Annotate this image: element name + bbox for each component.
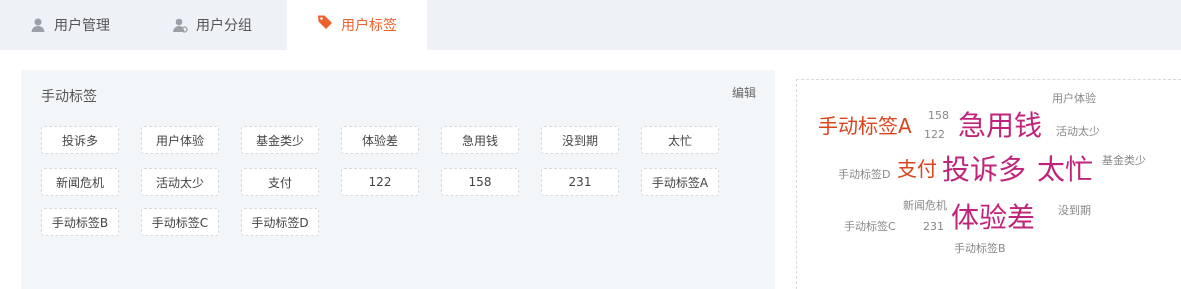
tag-chip[interactable]: 手动标签C — [141, 208, 219, 236]
manual-tags-panel: 手动标签 编辑 投诉多 用户体验 基金类少 体验差 急用钱 没到期 太忙 新闻危… — [21, 70, 775, 289]
tab-user-tags[interactable]: 用户标签 — [287, 0, 427, 50]
tag-chip[interactable]: 体验差 — [341, 126, 419, 154]
cloud-word[interactable]: 231 — [923, 221, 944, 232]
cloud-word[interactable]: 没到期 — [1058, 205, 1091, 216]
tag-word-cloud: 用户体验 158 手动标签A 急用钱 122 活动太少 手动标签D 支付 投诉多… — [796, 79, 1181, 289]
tab-label: 用户管理 — [54, 18, 110, 34]
tag-chip[interactable]: 158 — [441, 168, 519, 196]
tag-chip[interactable]: 新闻危机 — [41, 168, 119, 196]
cloud-word[interactable]: 新闻危机 — [903, 200, 947, 211]
tab-label: 用户标签 — [341, 18, 397, 34]
edit-link[interactable]: 编辑 — [732, 84, 756, 101]
tab-bar: 用户管理 用户分组 用户标签 — [0, 0, 1181, 50]
tag-chip[interactable]: 122 — [341, 168, 419, 196]
tag-chip[interactable]: 231 — [541, 168, 619, 196]
tag-chip[interactable]: 基金类少 — [241, 126, 319, 154]
tag-chip[interactable]: 活动太少 — [141, 168, 219, 196]
cloud-word[interactable]: 手动标签B — [954, 243, 1006, 254]
tag-chip[interactable]: 手动标签B — [41, 208, 119, 236]
tab-user-management[interactable]: 用户管理 — [30, 0, 110, 50]
cloud-word[interactable]: 手动标签D — [838, 169, 890, 180]
tag-icon — [317, 14, 333, 30]
cloud-word[interactable]: 投诉多 — [942, 156, 1026, 184]
tag-chip[interactable]: 太忙 — [641, 126, 719, 154]
user-icon — [30, 17, 46, 33]
cloud-word[interactable]: 122 — [924, 129, 945, 140]
panel-title: 手动标签 — [41, 89, 97, 105]
tag-chip[interactable]: 用户体验 — [141, 126, 219, 154]
tab-label: 用户分组 — [196, 18, 252, 34]
tag-chip[interactable]: 手动标签A — [641, 168, 719, 196]
cloud-word[interactable]: 体验差 — [951, 204, 1035, 232]
tag-chip[interactable]: 急用钱 — [441, 126, 519, 154]
cloud-word[interactable]: 基金类少 — [1102, 155, 1146, 166]
cloud-word[interactable]: 急用钱 — [958, 112, 1042, 140]
tag-chip[interactable]: 投诉多 — [41, 126, 119, 154]
cloud-word[interactable]: 用户体验 — [1052, 93, 1096, 104]
tag-chip[interactable]: 手动标签D — [241, 208, 319, 236]
tag-chip[interactable]: 没到期 — [541, 126, 619, 154]
user-group-icon — [172, 17, 188, 33]
cloud-word[interactable]: 手动标签C — [844, 221, 896, 232]
tab-content: 手动标签 编辑 投诉多 用户体验 基金类少 体验差 急用钱 没到期 太忙 新闻危… — [0, 50, 1181, 289]
cloud-word[interactable]: 支付 — [897, 159, 937, 179]
cloud-word[interactable]: 太忙 — [1037, 156, 1093, 184]
cloud-word[interactable]: 158 — [928, 110, 949, 121]
tag-chip[interactable]: 支付 — [241, 168, 319, 196]
tab-user-group[interactable]: 用户分组 — [172, 0, 252, 50]
cloud-word[interactable]: 活动太少 — [1056, 126, 1100, 137]
cloud-word[interactable]: 手动标签A — [818, 116, 912, 136]
